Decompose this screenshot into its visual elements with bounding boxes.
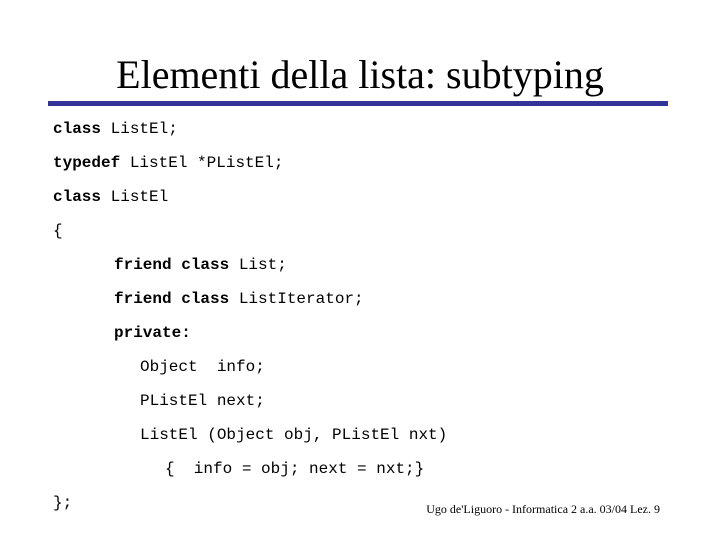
code-line: PListEl next;	[0, 384, 720, 418]
code-text: Object info;	[140, 358, 265, 376]
code-line: class ListEl;	[0, 112, 720, 146]
code-keyword: friend class	[114, 256, 230, 274]
code-keyword: friend class	[114, 290, 230, 308]
code-keyword: typedef	[53, 154, 121, 172]
code-text: ListEl;	[101, 120, 178, 138]
code-text: ListEl *PListEl;	[120, 154, 284, 172]
footer-attribution: Ugo de'Liguoro - Informatica 2 a.a. 03/0…	[426, 502, 660, 516]
code-keyword: private:	[114, 324, 191, 342]
title-divider-rule	[48, 101, 668, 106]
code-text: {	[53, 222, 63, 240]
code-block: class ListEl; typedef ListEl *PListEl; cla…	[0, 112, 720, 520]
code-text: { info = obj; next = nxt;}	[165, 460, 425, 478]
code-line: private:	[0, 316, 720, 350]
code-line: class ListEl	[0, 180, 720, 214]
code-keyword: class	[53, 120, 102, 138]
page-title: Elementi della lista: subtyping	[116, 51, 604, 97]
code-text: ListEl (Object obj, PListEl nxt)	[140, 426, 448, 444]
code-line: {	[0, 214, 720, 248]
code-text: ListIterator;	[229, 290, 364, 308]
slide: Elementi della lista: subtyping class Li…	[0, 0, 720, 540]
code-text: ListEl	[101, 188, 169, 206]
code-line: friend class ListIterator;	[0, 282, 720, 316]
code-line: ListEl (Object obj, PListEl nxt)	[0, 418, 720, 452]
code-line: Object info;	[0, 350, 720, 384]
code-text: List;	[229, 256, 287, 274]
code-line: typedef ListEl *PListEl;	[0, 146, 720, 180]
code-line: { info = obj; next = nxt;}	[0, 452, 720, 486]
code-text: PListEl next;	[140, 392, 265, 410]
code-line: friend class List;	[0, 248, 720, 282]
code-keyword: class	[53, 188, 102, 206]
